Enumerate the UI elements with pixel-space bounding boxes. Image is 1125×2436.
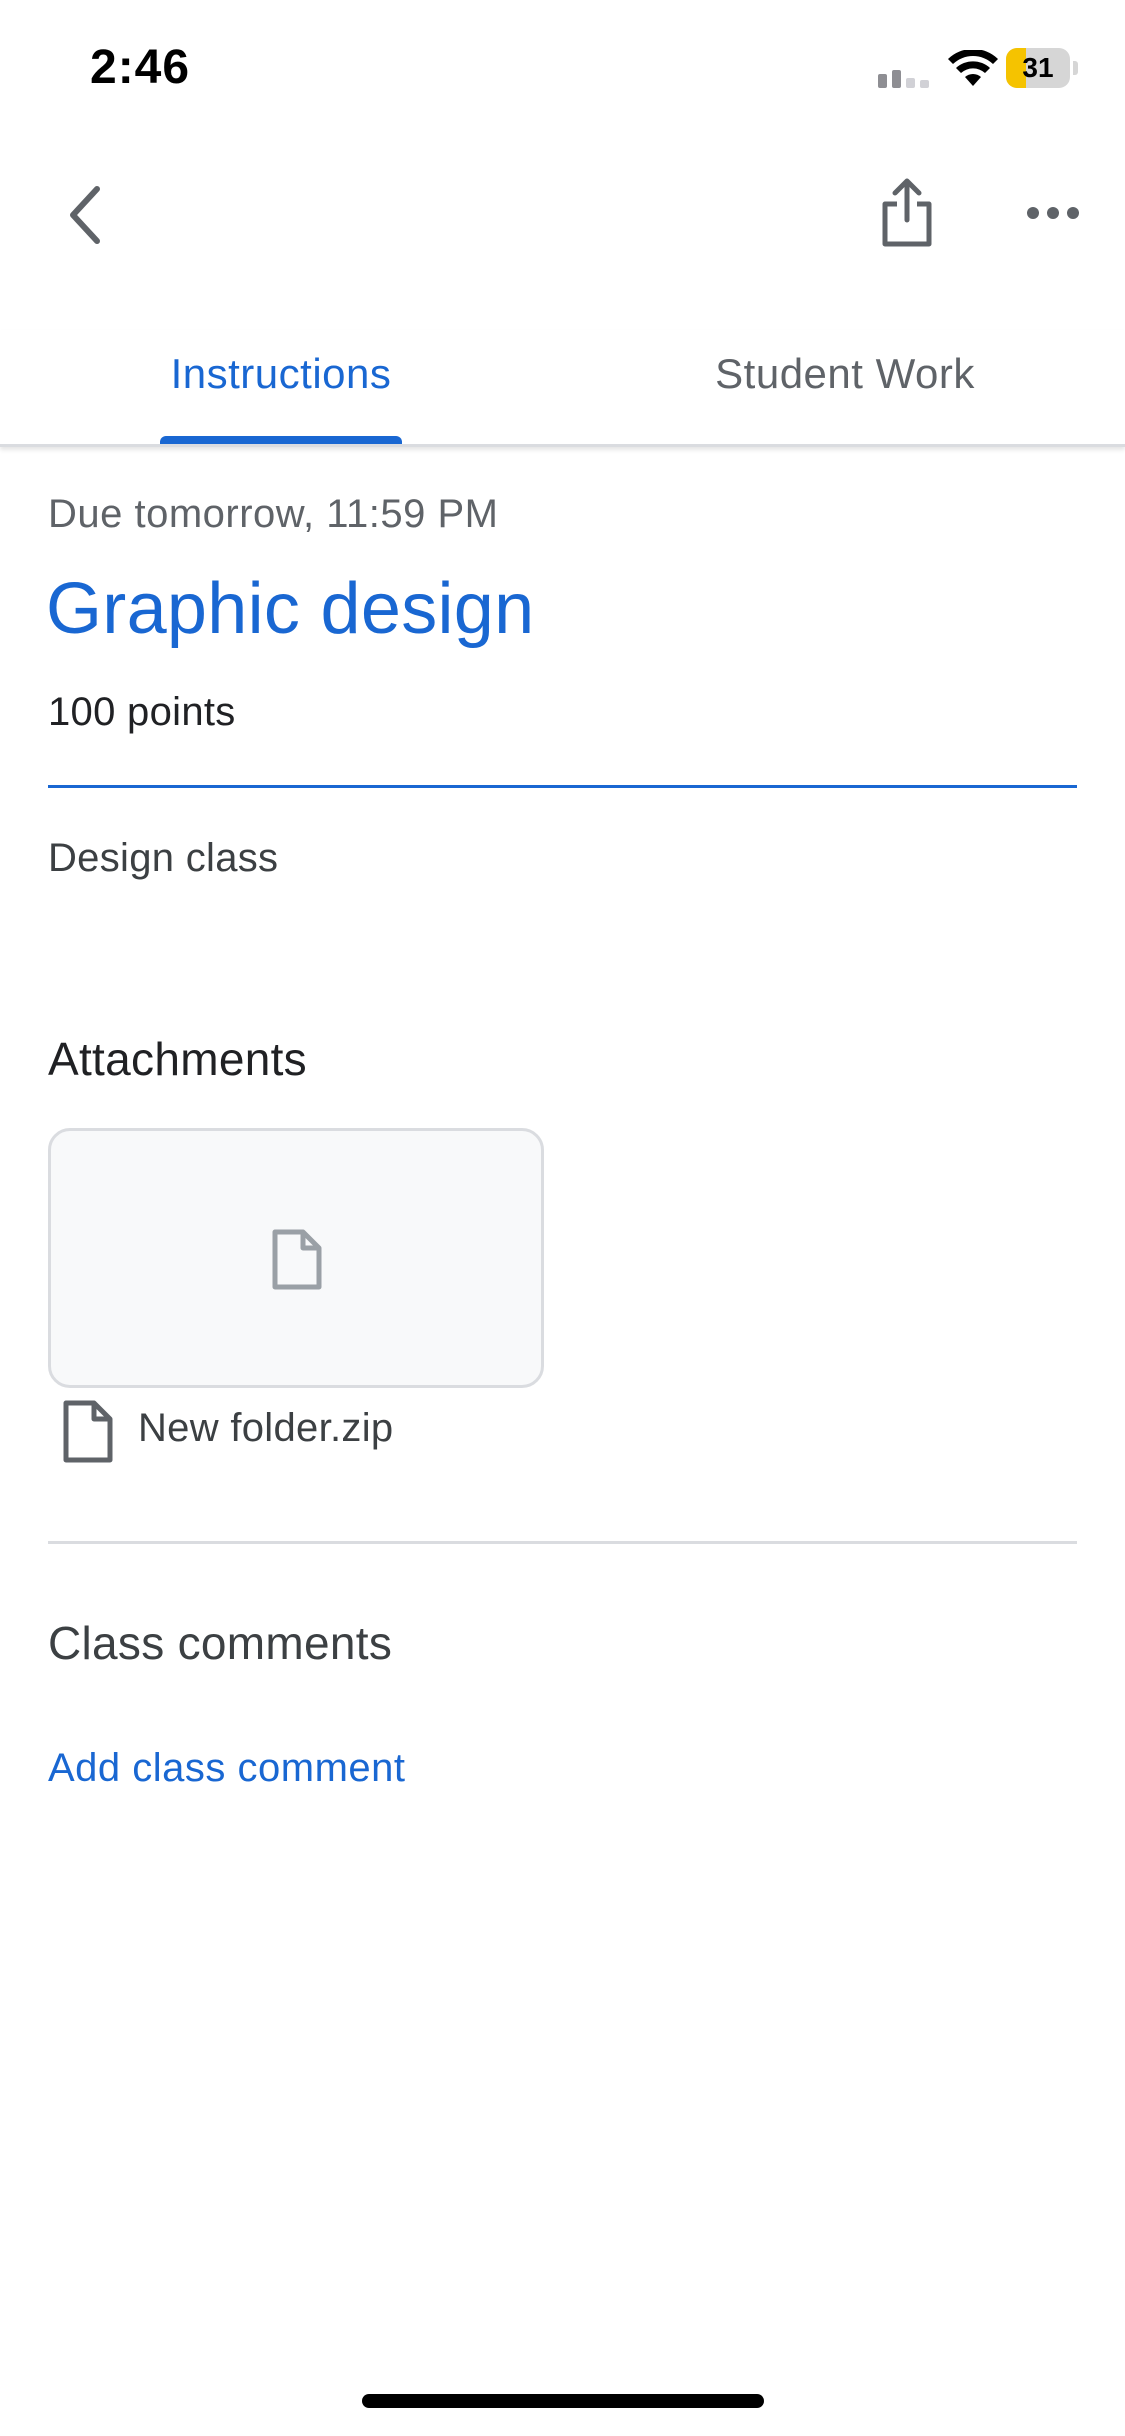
home-indicator[interactable] [362,2394,764,2408]
assignment-title: Graphic design [46,569,535,649]
attachment-thumbnail[interactable] [48,1128,544,1388]
file-icon [63,1400,113,1463]
more-options-button[interactable] [1008,168,1098,258]
tab-student-work-label: Student Work [715,350,975,397]
battery-body: 31 [1006,48,1070,88]
tab-selected-indicator [160,436,402,444]
status-time: 2:46 [90,41,191,94]
tab-bar: Instructions Student Work [0,330,1125,447]
attachments-heading: Attachments [48,1033,307,1085]
share-icon [882,178,932,247]
due-date: Due tomorrow, 11:59 PM [48,492,499,536]
more-options-icon [1027,207,1079,219]
back-icon [70,186,100,244]
status-bar: 2:46 31 [0,0,1125,140]
title-divider [48,785,1077,788]
battery-charging-icon: 31 [1006,48,1078,88]
top-app-bar [0,140,1125,290]
tab-student-work[interactable]: Student Work [690,330,1000,444]
signal-icon [878,70,929,88]
add-class-comment-link[interactable]: Add class comment [48,1746,406,1791]
battery-tip [1073,61,1078,75]
class-comments-heading: Class comments [48,1617,393,1669]
share-button[interactable] [862,168,952,258]
file-icon [272,1229,322,1290]
section-divider [48,1541,1077,1544]
back-button[interactable] [40,170,130,260]
points-label: 100 points [48,690,236,734]
battery-level: 31 [1022,52,1054,83]
tab-instructions[interactable]: Instructions [140,330,422,444]
tab-instructions-label: Instructions [170,350,392,397]
assignment-description: Design class [48,836,279,880]
wifi-icon [948,50,998,86]
attachment-name[interactable]: New folder.zip [138,1406,393,1451]
